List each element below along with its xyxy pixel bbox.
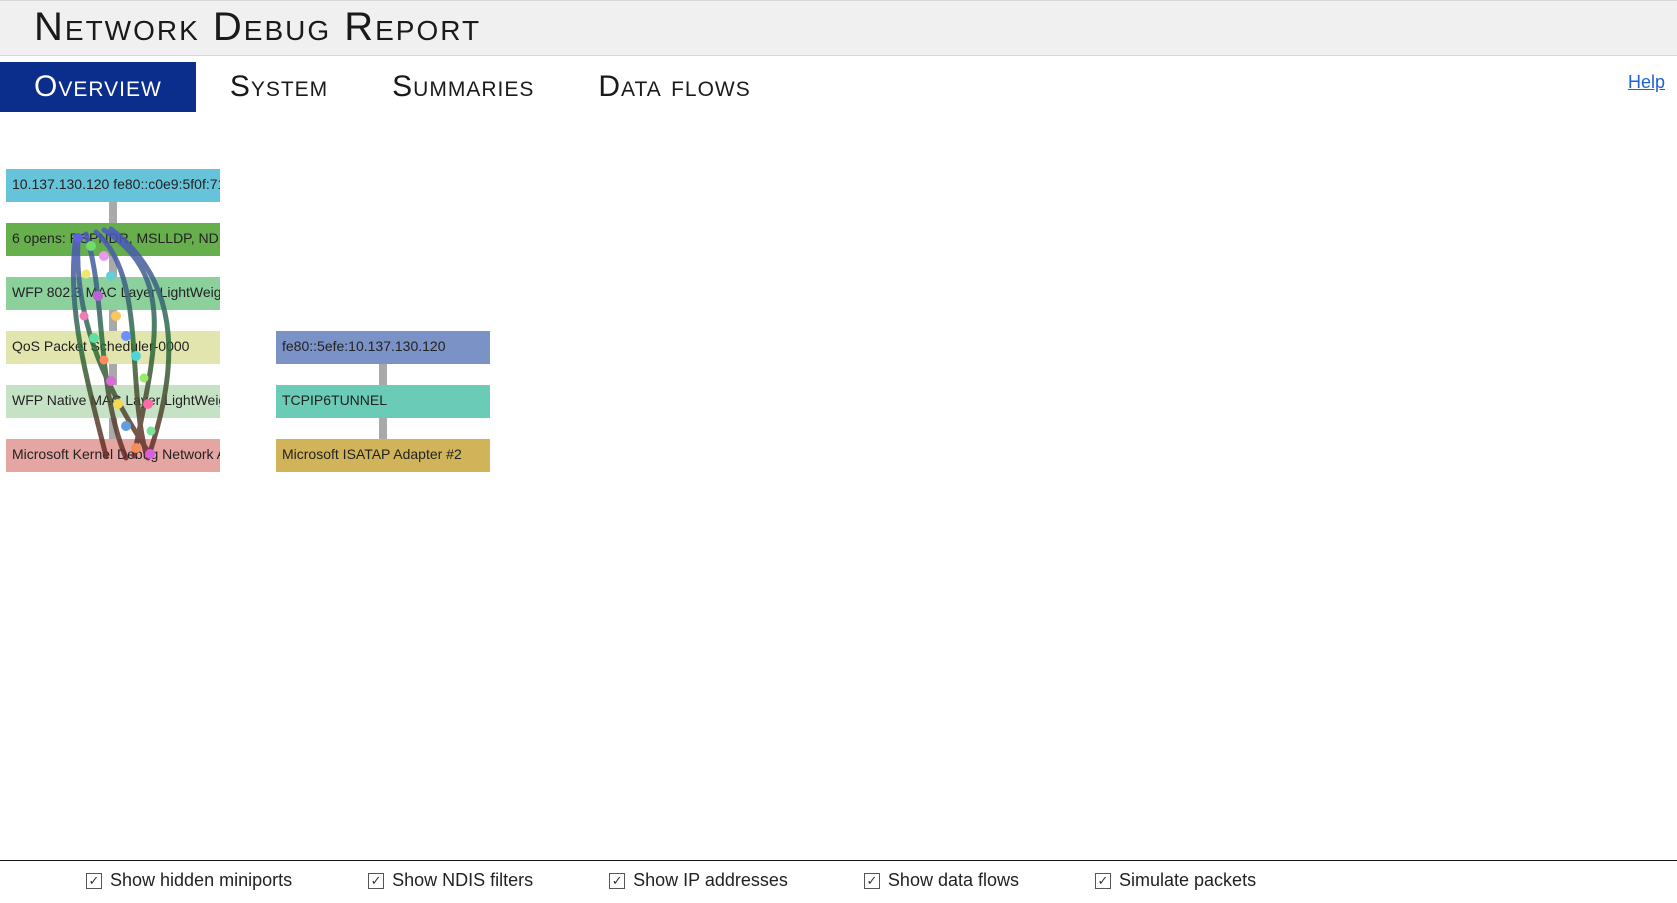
- title-bar: Network Debug Report: [0, 0, 1677, 56]
- checkmark-icon: ✓: [1095, 873, 1111, 889]
- footer-separator: [0, 860, 1677, 861]
- checkbox-hidden-miniports[interactable]: ✓ Show hidden miniports: [86, 870, 292, 891]
- checkbox-label: Show hidden miniports: [110, 870, 292, 891]
- checkbox-simulate-packets[interactable]: ✓ Simulate packets: [1095, 870, 1256, 891]
- tab-dataflows[interactable]: Data flows: [568, 62, 780, 112]
- tab-bar: Overview System Summaries Data flows: [0, 56, 1677, 112]
- connector-icon: [379, 364, 387, 385]
- diagram-canvas: 10.137.130.120 fe80::c0e9:5f0f:71dd:9 6 …: [0, 112, 1677, 865]
- connector-icon: [109, 202, 117, 223]
- block-isatap-adapter[interactable]: Microsoft ISATAP Adapter #2: [276, 439, 490, 472]
- checkbox-label: Simulate packets: [1119, 870, 1256, 891]
- block-ip-addresses[interactable]: 10.137.130.120 fe80::c0e9:5f0f:71dd:9: [6, 169, 220, 202]
- block-protocol-opens[interactable]: 6 opens: RSPNDR, MSLLDP, NDISUIO: [6, 223, 220, 256]
- tab-system[interactable]: System: [200, 62, 358, 112]
- block-wfp-8023-filter[interactable]: WFP 802.3 MAC Layer LightWeight Fi: [6, 277, 220, 310]
- help-link[interactable]: Help: [1628, 72, 1665, 93]
- block-wfp-native-filter[interactable]: WFP Native MAC Layer LightWeight: [6, 385, 220, 418]
- connector-icon: [109, 256, 117, 277]
- tab-summaries[interactable]: Summaries: [362, 62, 564, 112]
- connector-icon: [379, 418, 387, 439]
- checkbox-label: Show NDIS filters: [392, 870, 533, 891]
- checkmark-icon: ✓: [368, 873, 384, 889]
- adapter-stack-2: fe80::5efe:10.137.130.120 TCPIP6TUNNEL M…: [276, 331, 490, 472]
- tab-overview[interactable]: Overview: [0, 62, 196, 112]
- connector-icon: [109, 310, 117, 331]
- block-tcpip6-tunnel[interactable]: TCPIP6TUNNEL: [276, 385, 490, 418]
- block-ip-addresses-isatap[interactable]: fe80::5efe:10.137.130.120: [276, 331, 490, 364]
- connector-icon: [109, 364, 117, 385]
- checkbox-ndis-filters[interactable]: ✓ Show NDIS filters: [368, 870, 533, 891]
- checkbox-ip-addresses[interactable]: ✓ Show IP addresses: [609, 870, 788, 891]
- checkbox-label: Show data flows: [888, 870, 1019, 891]
- checkbox-label: Show IP addresses: [633, 870, 788, 891]
- block-qos-scheduler[interactable]: QoS Packet Scheduler-0000: [6, 331, 220, 364]
- checkmark-icon: ✓: [609, 873, 625, 889]
- checkbox-data-flows[interactable]: ✓ Show data flows: [864, 870, 1019, 891]
- adapter-stack-1: 10.137.130.120 fe80::c0e9:5f0f:71dd:9 6 …: [6, 169, 220, 472]
- block-kernel-debug-nic[interactable]: Microsoft Kernel Debug Network Ad: [6, 439, 220, 472]
- footer-toolbar: ✓ Show hidden miniports ✓ Show NDIS filt…: [0, 862, 1677, 897]
- checkmark-icon: ✓: [86, 873, 102, 889]
- checkmark-icon: ✓: [864, 873, 880, 889]
- page-title: Network Debug Report: [0, 3, 1677, 51]
- connector-icon: [109, 418, 117, 439]
